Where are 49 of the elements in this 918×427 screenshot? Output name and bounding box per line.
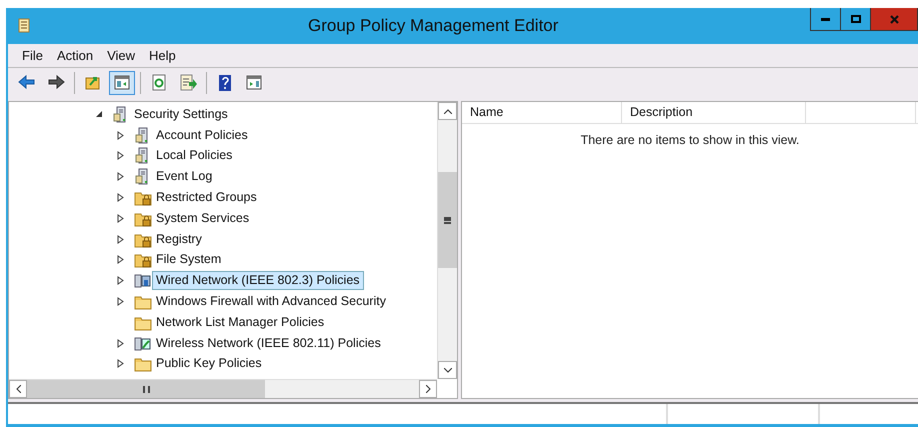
collapsed-triangle-icon[interactable] bbox=[117, 172, 124, 182]
collapsed-triangle-icon[interactable] bbox=[117, 130, 124, 140]
collapsed-triangle-icon[interactable] bbox=[117, 338, 124, 348]
folder-up-icon bbox=[84, 74, 102, 92]
tree-item[interactable]: Public Key Policies bbox=[152, 354, 266, 374]
tree-item[interactable]: Event Log bbox=[152, 167, 216, 186]
collapsed-triangle-icon[interactable] bbox=[117, 151, 124, 160]
horizontal-scrollbar[interactable] bbox=[9, 379, 437, 398]
collapsed-triangle-icon[interactable] bbox=[117, 359, 124, 368]
menu-item[interactable]: View bbox=[101, 46, 142, 66]
vertical-scrollbar[interactable] bbox=[437, 102, 457, 379]
collapsed-triangle-icon[interactable] bbox=[117, 234, 124, 244]
wireless-policy-icon bbox=[134, 334, 152, 352]
tree-item[interactable]: Windows Firewall with Advanced Security bbox=[152, 292, 390, 312]
tree-item[interactable]: File System bbox=[152, 250, 226, 270]
tree-item[interactable]: Restricted Groups bbox=[152, 188, 261, 208]
action-pane-icon bbox=[245, 74, 263, 92]
expanded-triangle-icon[interactable] bbox=[95, 110, 103, 118]
forward-arrow-icon bbox=[47, 74, 65, 92]
help-icon bbox=[216, 74, 234, 92]
collapsed-triangle-icon[interactable] bbox=[117, 193, 124, 202]
menu-item[interactable]: Help bbox=[143, 46, 182, 66]
close-button[interactable] bbox=[871, 8, 917, 30]
collapsed-triangle-icon[interactable] bbox=[117, 297, 124, 306]
collapsed-triangle-icon[interactable] bbox=[117, 214, 124, 223]
refresh-icon bbox=[150, 74, 168, 92]
scroll-icon bbox=[17, 18, 31, 34]
tree-item[interactable]: Registry bbox=[152, 230, 206, 249]
tree-item[interactable]: Wired Network (IEEE 802.3) Policies bbox=[152, 271, 364, 290]
column-header[interactable]: Description bbox=[622, 102, 806, 123]
tree-item[interactable]: Account Policies bbox=[152, 126, 252, 145]
menu-item[interactable]: File bbox=[16, 46, 49, 66]
toolbar-button[interactable] bbox=[109, 71, 135, 95]
menu-item[interactable]: Action bbox=[50, 46, 100, 66]
console-tree-icon bbox=[113, 74, 131, 92]
back-arrow-icon bbox=[18, 74, 36, 92]
collapsed-triangle-icon[interactable] bbox=[117, 255, 124, 264]
tree-item[interactable]: System Services bbox=[152, 208, 254, 228]
tree-item[interactable]: Local Policies bbox=[152, 146, 236, 166]
empty-message: There are no items to show in this view. bbox=[580, 132, 800, 149]
export-list-icon bbox=[179, 74, 197, 92]
tree-item[interactable]: Security Settings bbox=[130, 104, 232, 124]
tree-item[interactable]: Wireless Network (IEEE 802.11) Policies bbox=[152, 334, 385, 353]
close-icon bbox=[890, 14, 898, 24]
column-header[interactable]: Name bbox=[462, 102, 622, 123]
window-title: Group Policy Management Editor bbox=[308, 15, 558, 38]
tree-item[interactable]: Network List Manager Policies bbox=[152, 312, 328, 332]
network-policy-icon bbox=[134, 272, 152, 290]
collapsed-triangle-icon[interactable] bbox=[117, 276, 124, 286]
